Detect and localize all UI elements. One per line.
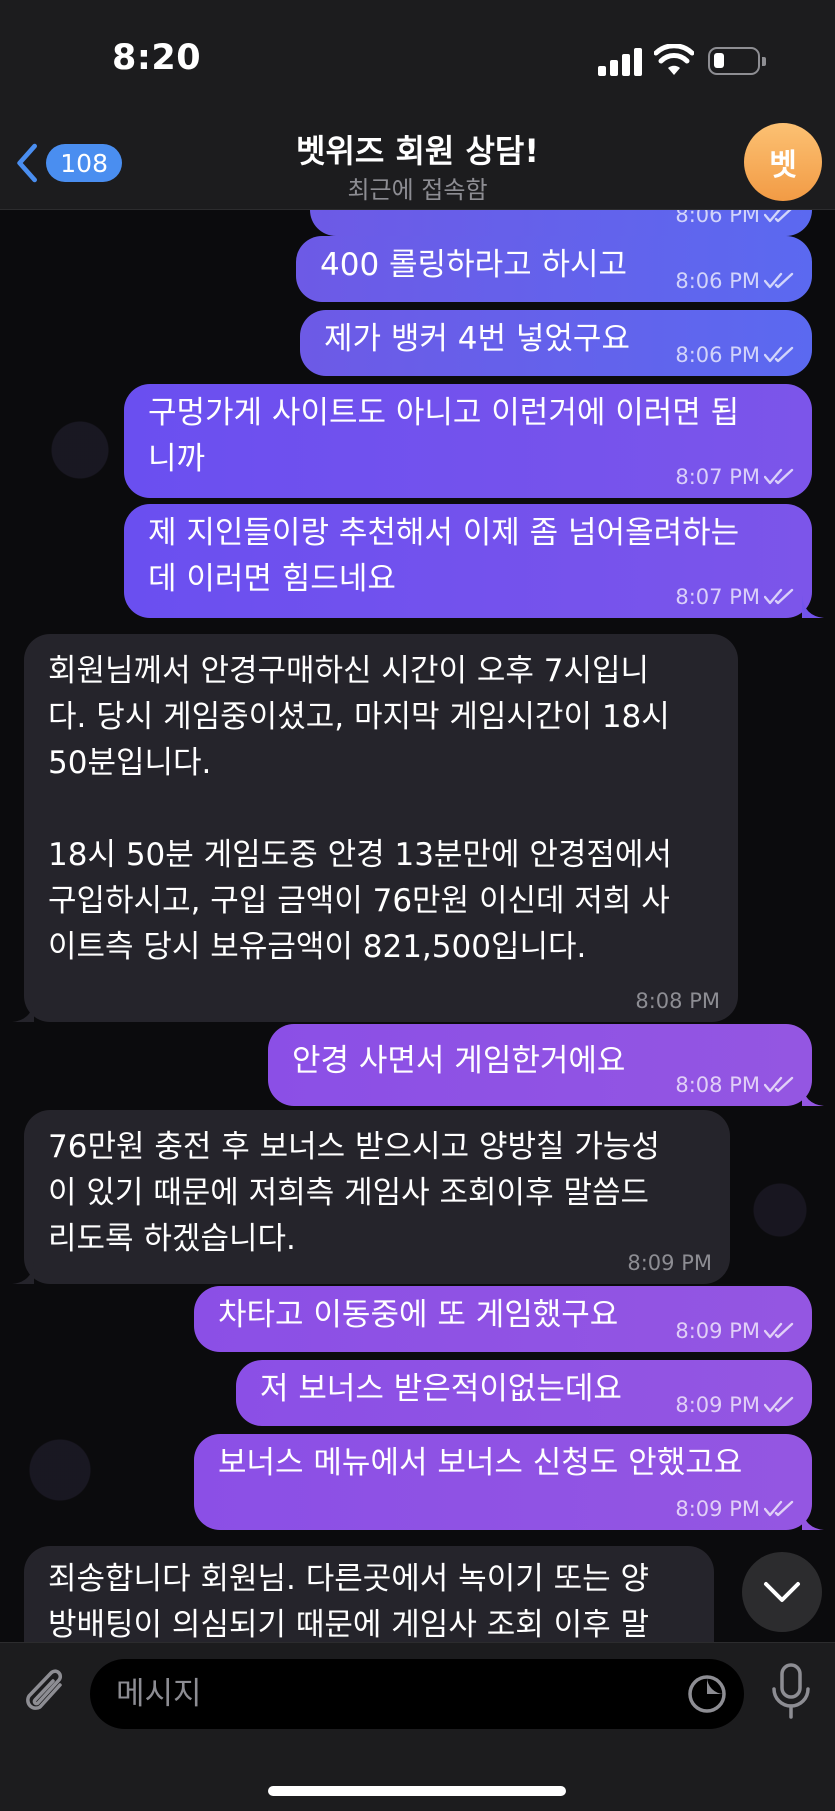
bubble-tail — [12, 1000, 34, 1022]
message-bubble-outgoing[interactable]: 400 롤링하라고 하시고 8:06 PM — [296, 236, 812, 302]
message-text: 보너스 메뉴에서 보너스 신청도 안했고요 — [218, 1445, 743, 1481]
chat-status: 최근에 접속함 — [347, 176, 488, 204]
message-bubble-outgoing[interactable]: 보너스 메뉴에서 보너스 신청도 안했고요 8:09 PM — [194, 1434, 824, 1530]
message-text: 회원님께서 안경구매하신 시간이 오후 7시입니 다. 당시 게임중이셨고, 마… — [48, 653, 672, 965]
double-check-icon — [764, 210, 792, 223]
message-meta: 8:08 PM — [675, 1072, 794, 1098]
double-check-icon — [764, 588, 794, 605]
sticker-icon[interactable] — [686, 1673, 728, 1715]
bubble-tail — [802, 596, 824, 618]
message-list[interactable]: 8:06 PM 400 롤링하라고 하시고 8:06 PM 제가 뱅커 4번 넣… — [0, 210, 835, 1642]
microphone-icon[interactable] — [766, 1661, 816, 1723]
bubble-tail — [12, 1262, 34, 1284]
message-bubble-outgoing[interactable]: 제 지인들이랑 추천해서 이제 좀 넘어올려하는 데 이러면 힘드네요 8:07… — [124, 504, 824, 618]
wifi-icon — [654, 44, 694, 75]
message-meta: 8:07 PM — [675, 584, 794, 610]
message-time: 8:08 PM — [635, 989, 720, 1013]
status-bar: 8:20 — [0, 0, 835, 118]
double-check-icon — [764, 1076, 794, 1093]
message-time: 8:08 PM — [675, 1073, 760, 1097]
scroll-to-bottom-button[interactable] — [742, 1552, 822, 1632]
status-time: 8:20 — [112, 38, 202, 78]
message-field[interactable] — [90, 1659, 744, 1729]
message-meta: 8:07 PM — [675, 464, 794, 490]
double-check-icon — [764, 1500, 794, 1517]
message-time: 8:07 PM — [675, 585, 760, 609]
double-check-icon — [764, 272, 794, 289]
message-time: 8:06 PM — [675, 269, 760, 293]
message-bubble-outgoing[interactable]: 안경 사면서 게임한거에요 8:08 PM — [268, 1024, 824, 1106]
chat-header: 108 벳위즈 회원 상담! 최근에 접속함 벳 — [0, 118, 835, 210]
home-indicator — [268, 1786, 566, 1796]
message-meta: 8:09 PM — [675, 1392, 794, 1418]
message-bubble-incoming[interactable]: 회원님께서 안경구매하신 시간이 오후 7시입니 다. 당시 게임중이셨고, 마… — [12, 634, 738, 1022]
message-bubble-incoming[interactable]: 76만원 충전 후 보너스 받으시고 양방칠 가능성 이 있기 때문에 저희측 … — [12, 1110, 730, 1284]
message-meta: 8:09 PM — [627, 1250, 712, 1276]
message-bubble-outgoing[interactable]: 차타고 이동중에 또 게임했구요 8:09 PM — [194, 1286, 812, 1352]
message-time: 8:09 PM — [675, 1393, 760, 1417]
message-time: 8:07 PM — [675, 465, 760, 489]
composer — [0, 1642, 835, 1811]
message-text: 죄송합니다 회원님. 다른곳에서 녹이기 또는 양 방배팅이 의심되기 때문에 … — [48, 1561, 650, 1642]
message-time: 8:09 PM — [627, 1251, 712, 1275]
message-bubble-outgoing[interactable]: 제가 뱅커 4번 넣었구요 8:06 PM — [300, 310, 812, 376]
message-bubble-outgoing[interactable]: 구멍가게 사이트도 아니고 이런거에 이러면 됩 니까 8:07 PM — [124, 384, 812, 498]
bubble-tail — [802, 1508, 824, 1530]
message-meta: 8:09 PM — [675, 1496, 794, 1522]
double-check-icon — [764, 346, 794, 363]
message-meta: 8:06 PM — [675, 342, 794, 368]
message-bubble-outgoing[interactable]: 저 보너스 받은적이없는데요 8:09 PM — [236, 1360, 812, 1426]
message-input[interactable] — [116, 1659, 656, 1729]
double-check-icon — [764, 1322, 794, 1339]
message-text: 76만원 충전 후 보너스 받으시고 양방칠 가능성 이 있기 때문에 저희측 … — [48, 1129, 660, 1257]
message-bubble-outgoing[interactable]: 8:06 PM — [310, 210, 812, 236]
double-check-icon — [764, 1396, 794, 1413]
bubble-tail — [802, 1084, 824, 1106]
message-meta: 8:06 PM — [675, 210, 794, 228]
avatar[interactable]: 벳 — [744, 123, 822, 201]
message-time: 8:09 PM — [675, 1319, 760, 1343]
cellular-signal-icon — [598, 48, 642, 76]
message-time: 8:06 PM — [675, 343, 760, 367]
double-check-icon — [764, 468, 794, 485]
message-meta: 8:06 PM — [675, 268, 794, 294]
message-time: 8:09 PM — [675, 1497, 760, 1521]
message-meta: 8:08 PM — [635, 988, 720, 1014]
chevron-down-icon — [764, 1582, 800, 1602]
message-time: 8:06 PM — [675, 210, 760, 227]
battery-icon — [708, 47, 766, 75]
message-bubble-incoming[interactable]: 죄송합니다 회원님. 다른곳에서 녹이기 또는 양 방배팅이 의심되기 때문에 … — [24, 1546, 714, 1642]
chat-title[interactable]: 벳위즈 회원 상담! — [0, 126, 835, 172]
paperclip-icon[interactable] — [22, 1665, 70, 1721]
message-meta: 8:09 PM — [675, 1318, 794, 1344]
